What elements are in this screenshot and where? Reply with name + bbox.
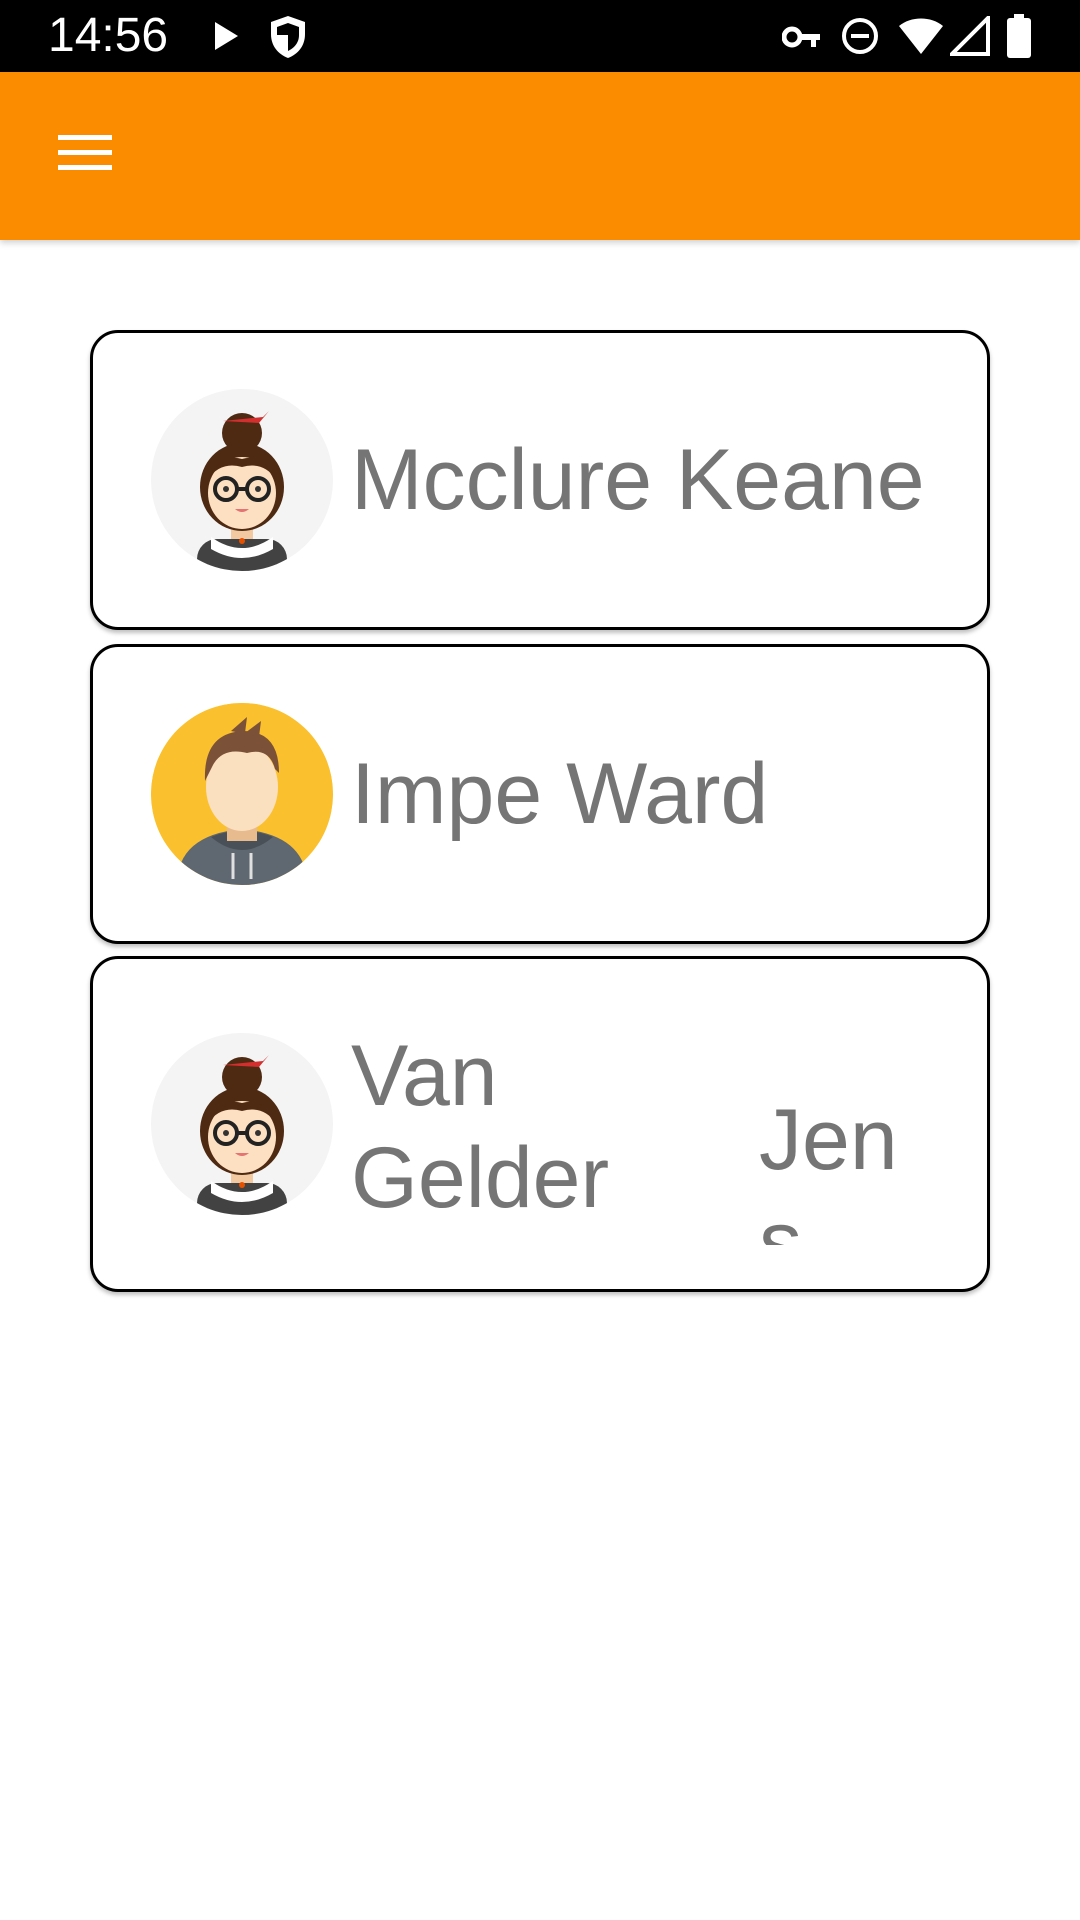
female-glasses-avatar-icon (151, 1033, 333, 1215)
status-bar: 14:56 (0, 0, 1080, 72)
hamburger-menu-icon (58, 135, 112, 170)
contact-name: Mcclure Keane (351, 432, 925, 528)
avatar (151, 389, 333, 571)
wifi-icon (899, 18, 943, 54)
app-bar (0, 72, 1080, 240)
play-icon (215, 22, 238, 50)
menu-button[interactable] (40, 108, 130, 198)
vpn-key-icon (782, 26, 820, 48)
status-time: 14:56 (48, 9, 169, 62)
avatar (151, 1033, 333, 1215)
avatar (151, 703, 333, 885)
battery-icon (1007, 14, 1031, 58)
contact-card[interactable]: Van Gelder Jens (90, 956, 990, 1292)
female-glasses-avatar-icon (151, 389, 333, 571)
do-not-disturb-icon (842, 18, 878, 54)
contact-first-name: Van Gelder (351, 1028, 610, 1226)
cell-signal-icon (950, 16, 990, 56)
contact-last-name-container: Jens (759, 1089, 959, 1245)
male-hoodie-avatar-icon (151, 703, 333, 885)
contact-card[interactable]: Impe Ward (90, 644, 990, 944)
contact-card[interactable]: Mcclure Keane (90, 330, 990, 630)
contact-name: Impe Ward (351, 746, 769, 842)
shield-icon (271, 16, 305, 58)
contact-last-name: Jens (759, 1092, 898, 1245)
